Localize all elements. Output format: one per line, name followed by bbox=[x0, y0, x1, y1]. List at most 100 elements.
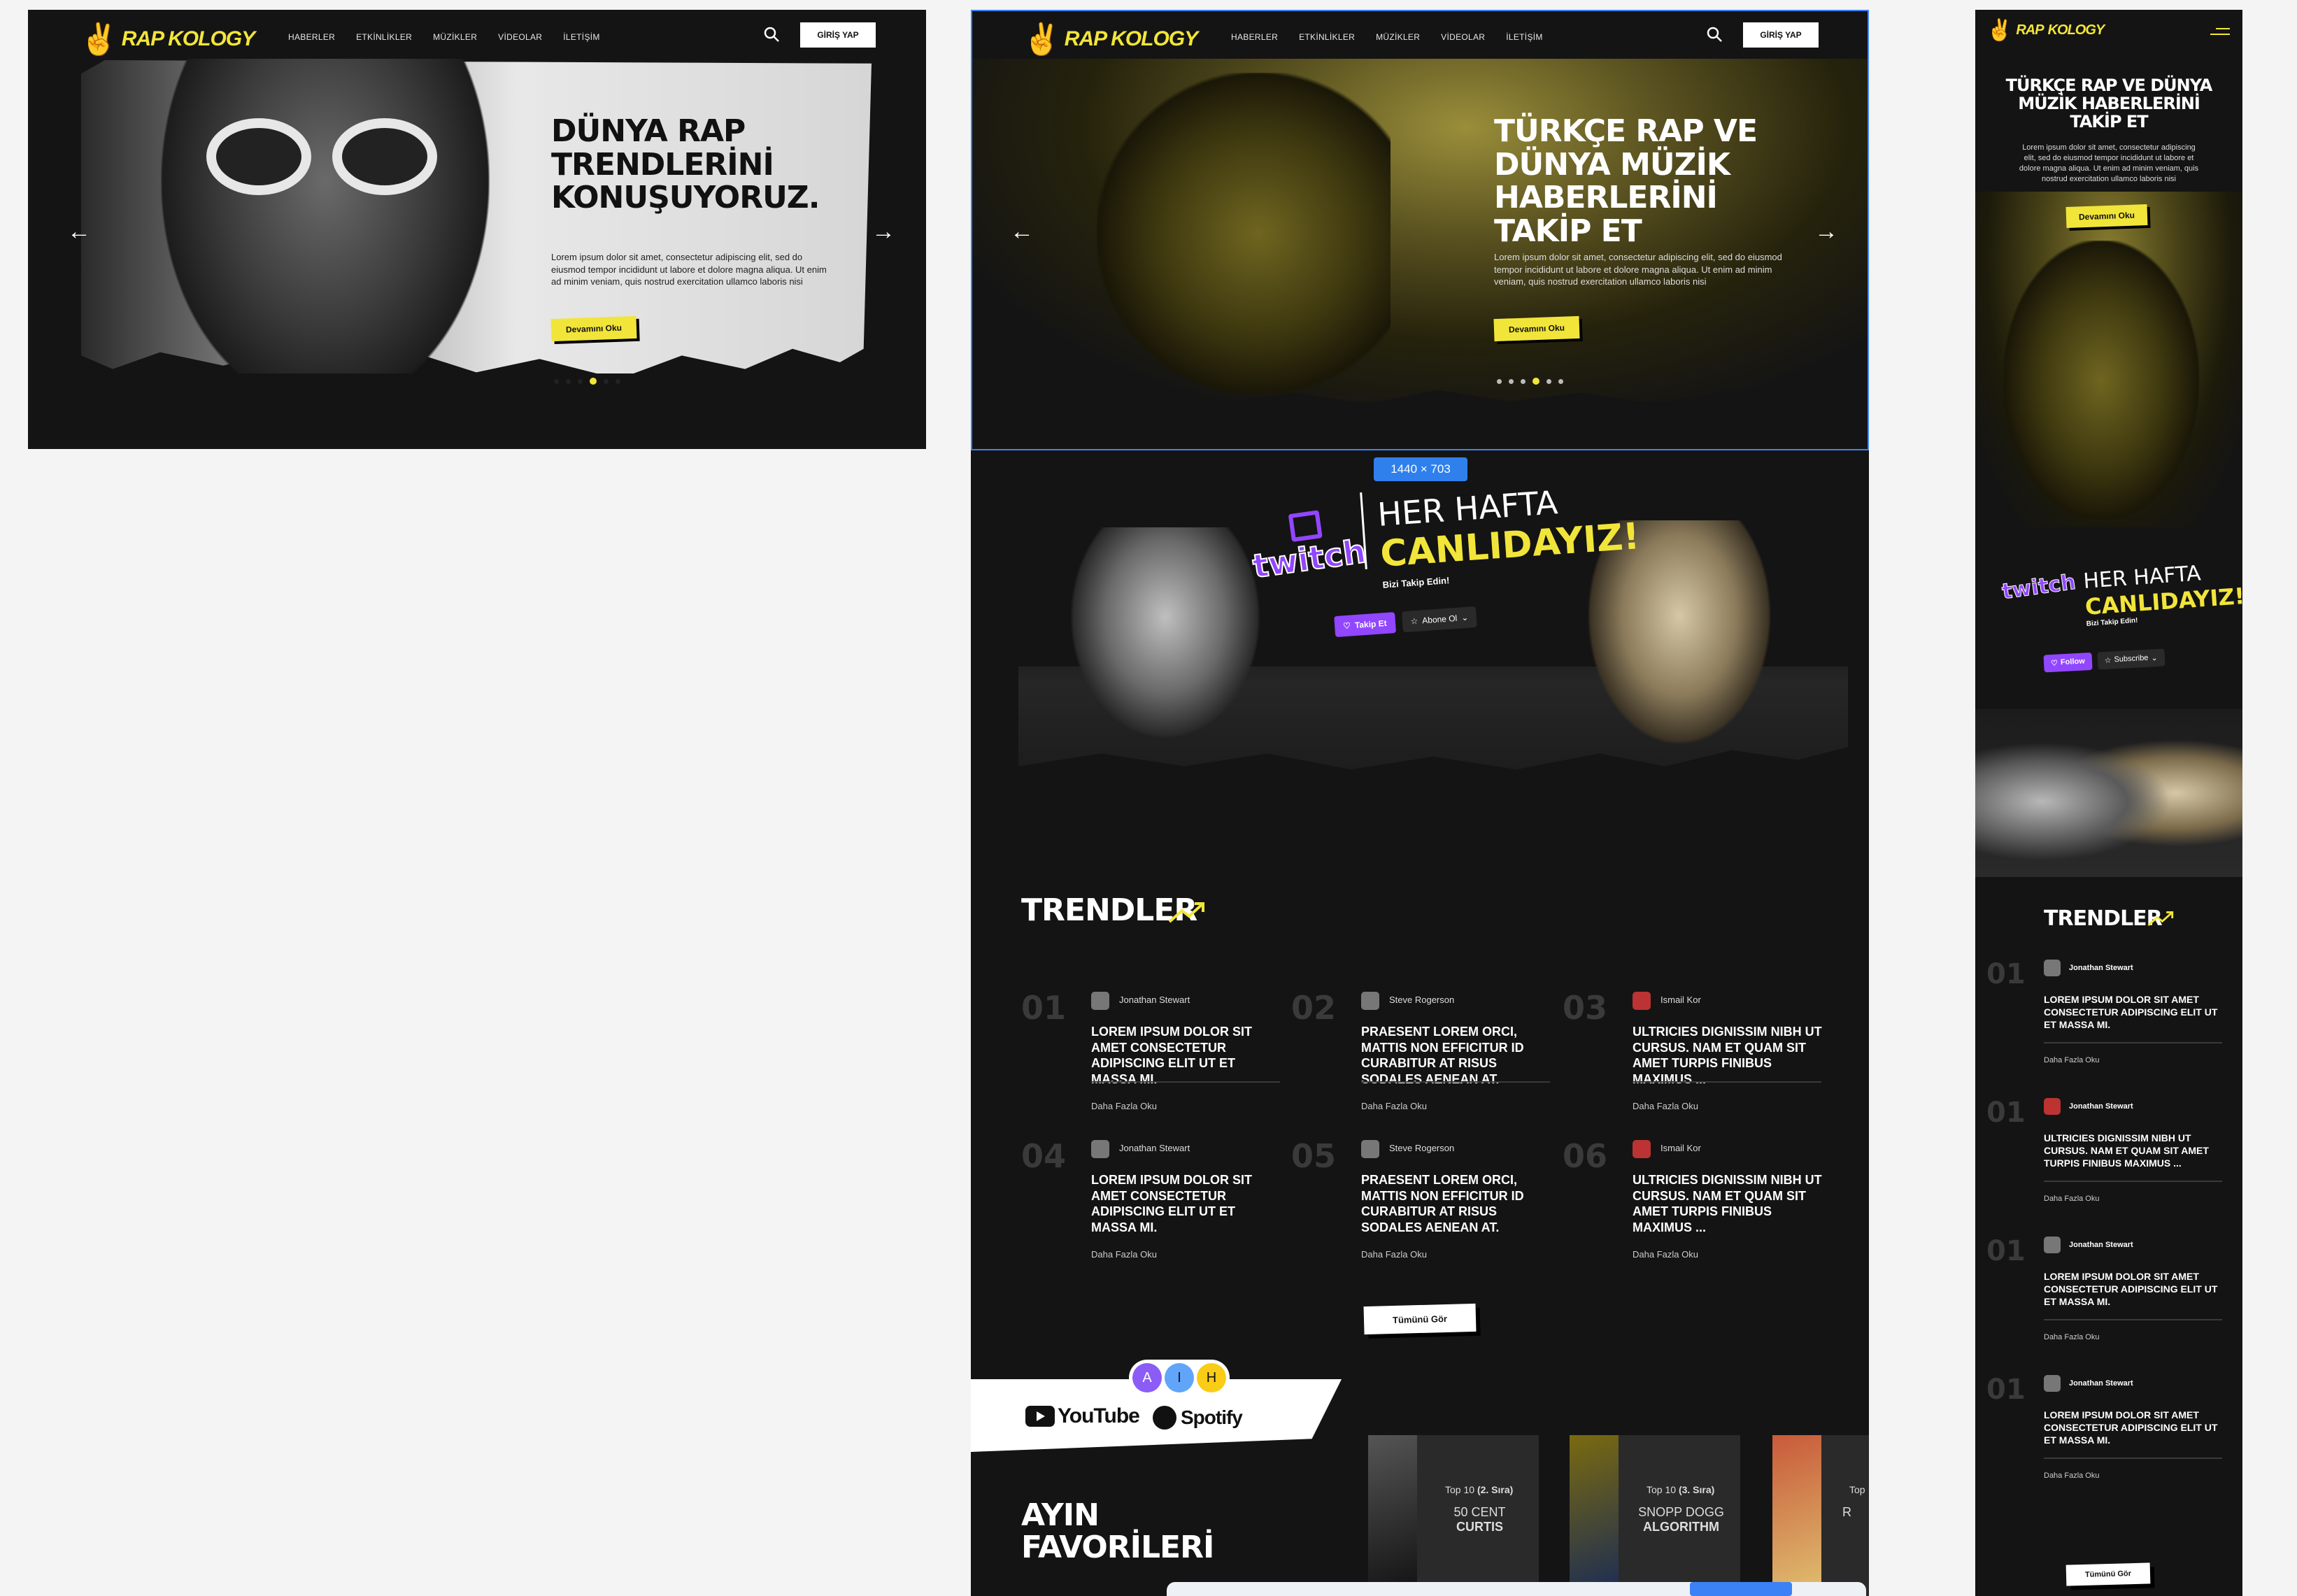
avatar[interactable]: I bbox=[1165, 1363, 1194, 1392]
trend-up-icon bbox=[2147, 909, 2175, 931]
hero-person-photo bbox=[161, 59, 490, 408]
nav-item-muzikler[interactable]: MÜZİKLER bbox=[433, 32, 477, 42]
search-icon[interactable] bbox=[1705, 25, 1723, 43]
favorite-card[interactable]: Top R bbox=[1772, 1435, 1869, 1596]
arrow-left-icon[interactable]: ← bbox=[1010, 218, 1034, 245]
nav-item-etkinlikler[interactable]: ETKİNLİKLER bbox=[1299, 32, 1355, 42]
desktop-page-frame: ✌ RAP KOLOGY HABERLER ETKİNLİKLER MÜZİKLE… bbox=[971, 10, 1869, 1596]
nav-item-haberler[interactable]: HABERLER bbox=[288, 32, 335, 42]
mobile-see-all-button[interactable]: Tümünü Gör bbox=[2065, 1562, 2151, 1586]
hero-pagination bbox=[554, 378, 620, 385]
main-nav: HABERLER ETKİNLİKLER MÜZİKLER VİDEOLAR İ… bbox=[1231, 32, 1543, 42]
nav-item-muzikler[interactable]: MÜZİKLER bbox=[1376, 32, 1420, 42]
pagination-dot[interactable] bbox=[554, 378, 559, 384]
brand-logo[interactable]: ✌ RAP KOLOGY bbox=[1986, 18, 2105, 43]
read-more-link[interactable]: Daha Fazla Oku bbox=[1091, 1249, 1157, 1260]
cookie-bar bbox=[1167, 1582, 1866, 1596]
read-more-link[interactable]: Daha Fazla Oku bbox=[1361, 1249, 1427, 1260]
avatar bbox=[2044, 960, 2061, 976]
arrow-right-icon[interactable]: → bbox=[872, 218, 895, 245]
mobile-read-more-button[interactable]: Devamını Oku bbox=[2065, 204, 2148, 229]
mobile-twitch-logo[interactable]: twitch bbox=[2000, 569, 2078, 604]
nav-item-iletisim[interactable]: İLETİŞİM bbox=[563, 32, 599, 42]
hero-title: DÜNYA RAP TRENDLERİNİ KONUŞUYORUZ. bbox=[551, 113, 820, 216]
heart-icon: ♡ bbox=[1342, 620, 1351, 632]
desktop-hero-frame-left: ✌ RAP KOLOGY HABERLER ETKİNLİKLER MÜZİKLE… bbox=[28, 10, 926, 449]
brand-logo[interactable]: ✌ RAP KOLOGY bbox=[80, 21, 255, 57]
avatar bbox=[1091, 992, 1109, 1010]
twitch-logo[interactable]: twitch bbox=[1246, 504, 1369, 586]
pagination-dot-active[interactable] bbox=[590, 378, 597, 385]
twitch-actions: ♡ Takip Et ☆ Abone Ol ⌄ bbox=[1334, 606, 1478, 638]
pagination-dot[interactable] bbox=[616, 378, 620, 384]
hamburger-menu-icon[interactable] bbox=[2210, 28, 2230, 35]
twitch-heading: HER HAFTA CANLIDAYIZ! Bizi Takip Edin! bbox=[1376, 483, 1642, 590]
search-icon[interactable] bbox=[762, 25, 781, 43]
mobile-twitch-actions: ♡ Follow ☆ Subscribe ⌄ bbox=[2043, 648, 2166, 673]
read-more-link[interactable]: Daha Fazla Oku bbox=[1633, 1101, 1698, 1111]
hand-logo-icon: ✌ bbox=[80, 22, 118, 57]
mobile-twitch-heading: HER HAFTA CANLIDAYIZ! Bizi Takip Edin! bbox=[2082, 561, 2242, 628]
arrow-right-icon[interactable]: → bbox=[1814, 218, 1838, 245]
read-more-link[interactable]: Daha Fazla Oku bbox=[2044, 1195, 2099, 1203]
chevron-down-icon: ⌄ bbox=[1460, 612, 1469, 623]
read-more-button[interactable]: Devamını Oku bbox=[1493, 315, 1580, 342]
album-cover bbox=[1570, 1435, 1619, 1596]
avatar bbox=[1361, 1140, 1379, 1158]
favorite-card[interactable]: Top 10 (3. Sıra) SNOPP DOGG ALGORITHM bbox=[1570, 1435, 1740, 1596]
pagination-dot[interactable] bbox=[1546, 378, 1551, 384]
youtube-play-icon bbox=[1025, 1406, 1055, 1427]
follow-button[interactable]: ♡ Takip Et bbox=[1334, 612, 1396, 638]
star-icon: ☆ bbox=[2104, 656, 2112, 665]
avatar bbox=[2044, 1098, 2061, 1115]
pagination-dot[interactable] bbox=[1558, 378, 1563, 384]
subscribe-button[interactable]: ☆ Abone Ol ⌄ bbox=[1401, 606, 1478, 633]
hero-pagination bbox=[1497, 378, 1563, 385]
see-all-button[interactable]: Tümünü Gör bbox=[1363, 1303, 1477, 1335]
avatar[interactable]: H bbox=[1197, 1363, 1226, 1392]
heart-icon: ♡ bbox=[2050, 659, 2058, 668]
avatar[interactable]: A bbox=[1132, 1363, 1162, 1392]
cookie-accept-button[interactable] bbox=[1690, 1582, 1792, 1596]
nav-item-etkinlikler[interactable]: ETKİNLİKLER bbox=[356, 32, 412, 42]
follow-button[interactable]: ♡ Follow bbox=[2043, 652, 2093, 673]
avatar bbox=[2044, 1375, 2061, 1392]
mobile-performer bbox=[2003, 241, 2199, 520]
album-cover bbox=[1772, 1435, 1821, 1596]
nav-item-iletisim[interactable]: İLETİŞİM bbox=[1506, 32, 1542, 42]
favorite-card[interactable]: Top 10 (2. Sıra) 50 CENT CURTIS bbox=[1368, 1435, 1539, 1596]
pagination-dot[interactable] bbox=[566, 378, 571, 384]
read-more-link[interactable]: Daha Fazla Oku bbox=[2044, 1056, 2099, 1064]
arrow-left-icon[interactable]: ← bbox=[67, 218, 91, 245]
streamer-male-photo bbox=[1060, 527, 1270, 751]
read-more-link[interactable]: Daha Fazla Oku bbox=[1633, 1249, 1698, 1260]
read-more-link[interactable]: Daha Fazla Oku bbox=[1091, 1101, 1157, 1111]
subscribe-button[interactable]: ☆ Subscribe ⌄ bbox=[2097, 648, 2166, 670]
youtube-logo[interactable]: YouTube bbox=[1025, 1404, 1140, 1428]
hand-logo-icon: ✌ bbox=[1023, 22, 1061, 57]
pagination-dot[interactable] bbox=[1497, 378, 1502, 384]
read-more-button[interactable]: Devamını Oku bbox=[550, 315, 637, 342]
read-more-link[interactable]: Daha Fazla Oku bbox=[2044, 1472, 2099, 1480]
pagination-dot[interactable] bbox=[604, 378, 609, 384]
pagination-dot[interactable] bbox=[1509, 378, 1514, 384]
mobile-hero-description: Lorem ipsum dolor sit amet, consectetur … bbox=[2019, 143, 2199, 183]
spotify-logo[interactable]: Spotify bbox=[1153, 1406, 1243, 1430]
nav-item-videolar[interactable]: VİDEOLAR bbox=[498, 32, 542, 42]
pagination-dot[interactable] bbox=[578, 378, 583, 384]
pagination-dot-active[interactable] bbox=[1532, 378, 1539, 385]
read-more-link[interactable]: Daha Fazla Oku bbox=[1361, 1101, 1427, 1111]
trend-up-icon bbox=[1168, 899, 1207, 928]
read-more-link[interactable]: Daha Fazla Oku bbox=[2044, 1333, 2099, 1341]
favorites-title: AYIN FAVORİLERİ bbox=[1021, 1497, 1214, 1566]
login-button[interactable]: GİRİŞ YAP bbox=[800, 22, 876, 48]
pagination-dot[interactable] bbox=[1521, 378, 1526, 384]
mobile-hero-title: TÜRKÇE RAP VE DÜNYA MÜZİK HABERLERİNİ TA… bbox=[2005, 76, 2213, 131]
avatar-stack: A I H bbox=[1129, 1360, 1230, 1396]
login-button[interactable]: GİRİŞ YAP bbox=[1743, 22, 1819, 48]
mobile-frame: ✌ RAP KOLOGY TÜRKÇE RAP VE DÜNYA MÜZİK HA… bbox=[1975, 10, 2242, 1596]
nav-item-videolar[interactable]: VİDEOLAR bbox=[1441, 32, 1485, 42]
nav-item-haberler[interactable]: HABERLER bbox=[1231, 32, 1278, 42]
brand-logo[interactable]: ✌ RAP KOLOGY bbox=[1023, 21, 1198, 57]
twitch-glyph-icon bbox=[1288, 510, 1323, 543]
